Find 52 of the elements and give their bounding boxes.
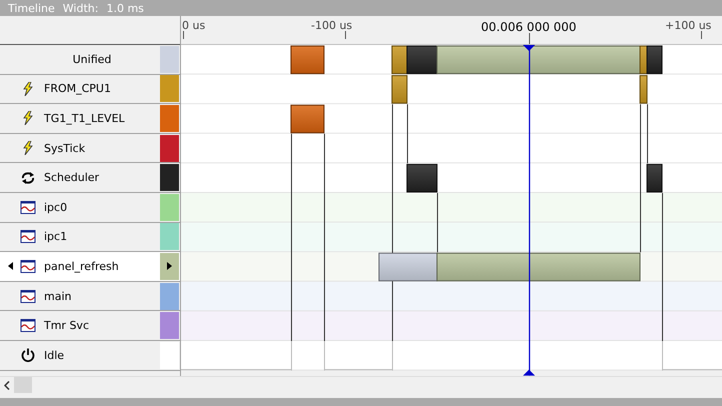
- track-label: Unified: [72, 52, 112, 66]
- right-arrow-icon[interactable]: [167, 262, 172, 270]
- tick-mark: [529, 33, 530, 44]
- timeline-block: [406, 164, 438, 192]
- width-label: Width:: [62, 2, 98, 14]
- track-row[interactable]: Unified: [0, 45, 180, 75]
- track-row[interactable]: ipc0: [0, 192, 180, 223]
- track-row[interactable]: main: [0, 282, 180, 312]
- track-label: Tmr Svc: [44, 319, 90, 332]
- tick-mark: [701, 31, 702, 39]
- power-icon: [20, 348, 36, 362]
- track-label: panel_refresh: [44, 260, 120, 273]
- trace-line: [437, 192, 438, 253]
- track-label: TG1_T1_LEVEL: [44, 112, 126, 125]
- track-label: SysTick: [44, 142, 86, 155]
- ruler-tick-label: -100 us: [311, 19, 352, 32]
- timeline-block: [290, 104, 324, 134]
- trace-line: [407, 104, 408, 164]
- track-row[interactable]: TG1_T1_LEVEL: [0, 104, 180, 134]
- cycle-arrows-icon: [20, 170, 36, 185]
- track-label: ipc1: [44, 230, 68, 244]
- task-window-icon: [20, 260, 36, 273]
- trace-line: [647, 104, 648, 164]
- track-row[interactable]: panel_refresh: [0, 252, 180, 282]
- track-label: ipc0: [44, 200, 68, 214]
- track-row[interactable]: Idle: [0, 340, 180, 371]
- ruler-tick-label: +100 us: [665, 19, 712, 32]
- width-value: 1.0 ms: [106, 2, 144, 14]
- tick-mark: [183, 31, 184, 39]
- track-row[interactable]: Scheduler: [0, 163, 180, 193]
- track-row[interactable]: FROM_CPU1: [0, 74, 180, 104]
- time-cursor[interactable]: [523, 45, 535, 376]
- track-label: Scheduler: [44, 171, 100, 184]
- task-window-icon: [20, 230, 36, 244]
- timeline-block: [290, 46, 324, 74]
- task-window-icon: [20, 319, 36, 332]
- ruler-tick-label: 0 us: [182, 19, 206, 32]
- task-window-icon: [20, 290, 36, 303]
- track-label: main: [44, 290, 72, 303]
- cursor-time: 00.006 000 000: [481, 20, 576, 34]
- left-arrow-icon[interactable]: [8, 262, 12, 270]
- track-row[interactable]: Tmr Svc: [0, 311, 180, 341]
- track-label: FROM_CPU1: [44, 82, 112, 96]
- task-window-icon: [20, 200, 36, 214]
- track-label: Idle: [44, 348, 66, 362]
- track-row[interactable]: SysTick: [0, 134, 180, 164]
- timeline-block: [646, 164, 662, 192]
- scroll-left-icon[interactable]: [4, 380, 10, 390]
- scrollbar-thumb[interactable]: [14, 377, 32, 393]
- tick-mark: [345, 31, 346, 39]
- panel-title: Timeline: [8, 2, 55, 14]
- track-row[interactable]: ipc1: [0, 222, 180, 252]
